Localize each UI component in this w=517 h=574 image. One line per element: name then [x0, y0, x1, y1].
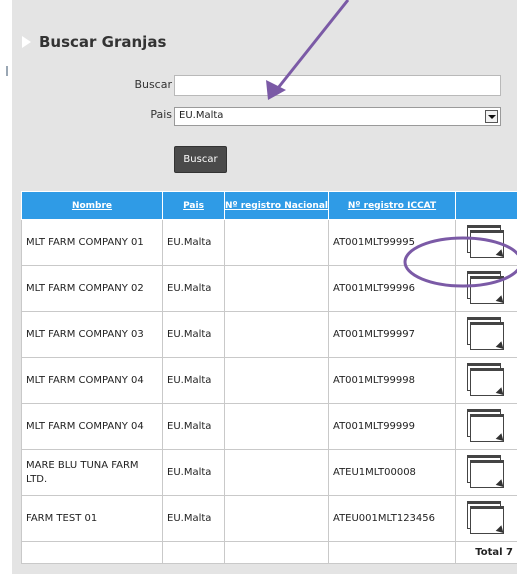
column-header-nombre[interactable]: Nombre: [21, 191, 163, 220]
cell-nacional: [224, 403, 329, 450]
cell-iccat: AT001MLT99998: [328, 357, 456, 404]
cell-pais: EU.Malta: [162, 449, 225, 496]
table-row: MLT FARM COMPANY 04 EU.Malta AT001MLT99999: [21, 403, 517, 450]
table-total-row: Total 7: [21, 541, 517, 564]
column-header-iccat[interactable]: Nº registro ICCAT: [328, 191, 456, 220]
buscar-label: Buscar: [134, 78, 172, 91]
search-input[interactable]: [174, 75, 501, 96]
column-header-pais[interactable]: Pais: [162, 191, 225, 220]
total-empty-cell: [328, 541, 456, 564]
cell-action: [455, 495, 517, 542]
total-count: Total 7: [455, 541, 517, 564]
open-window-icon[interactable]: [466, 454, 507, 491]
open-window-icon[interactable]: [466, 500, 507, 537]
cell-nacional: [224, 219, 329, 266]
cell-pais: EU.Malta: [162, 311, 225, 358]
cell-nombre: MLT FARM COMPANY 02: [21, 265, 163, 312]
table-row: MLT FARM COMPANY 03 EU.Malta AT001MLT99997: [21, 311, 517, 358]
cell-nombre: MLT FARM COMPANY 04: [21, 357, 163, 404]
page-edge: [0, 0, 12, 574]
total-empty-cell: [162, 541, 225, 564]
cell-iccat: ATEU1MLT00008: [328, 449, 456, 496]
cell-nombre: FARM TEST 01: [21, 495, 163, 542]
panel-header: Buscar Granjas: [22, 30, 166, 54]
cell-action: [455, 449, 517, 496]
column-header-nacional[interactable]: Nº registro Nacional: [224, 191, 329, 220]
cell-nacional: [224, 265, 329, 312]
cell-nombre: MLT FARM COMPANY 01: [21, 219, 163, 266]
table-row: MLT FARM COMPANY 04 EU.Malta AT001MLT99998: [21, 357, 517, 404]
table-row: MLT FARM COMPANY 01 EU.Malta AT001MLT99995: [21, 219, 517, 266]
open-window-icon[interactable]: [466, 270, 507, 307]
cell-pais: EU.Malta: [162, 219, 225, 266]
cell-nacional: [224, 449, 329, 496]
cell-iccat: AT001MLT99997: [328, 311, 456, 358]
cell-action: [455, 219, 517, 266]
cell-nacional: [224, 495, 329, 542]
results-body: MLT FARM COMPANY 01 EU.Malta AT001MLT99995…: [21, 219, 517, 564]
cell-nombre: MARE BLU TUNA FARM LTD.: [21, 449, 163, 496]
pais-label: Pais: [150, 108, 172, 121]
cell-action: [455, 311, 517, 358]
cell-nombre: MLT FARM COMPANY 04: [21, 403, 163, 450]
cell-pais: EU.Malta: [162, 403, 225, 450]
open-window-icon[interactable]: [466, 224, 507, 261]
table-row: MARE BLU TUNA FARM LTD. EU.Malta ATEU1MLT0…: [21, 449, 517, 496]
cell-action: [455, 357, 517, 404]
table-row: MLT FARM COMPANY 02 EU.Malta AT001MLT99996: [21, 265, 517, 312]
cell-iccat: AT001MLT99999: [328, 403, 456, 450]
cell-pais: EU.Malta: [162, 357, 225, 404]
column-header-action: [455, 191, 517, 220]
total-empty-cell: [21, 541, 163, 564]
table-row: FARM TEST 01 EU.Malta ATEU001MLT123456: [21, 495, 517, 542]
search-button[interactable]: Buscar: [174, 146, 227, 173]
edge-marker: [6, 66, 8, 76]
open-window-icon[interactable]: [466, 408, 507, 445]
pais-select[interactable]: EU.Malta: [174, 107, 501, 126]
cell-iccat: AT001MLT99996: [328, 265, 456, 312]
title-arrow-icon: [22, 36, 31, 48]
chevron-down-icon[interactable]: [485, 110, 498, 123]
results-table: Nombre Pais Nº registro Nacional Nº regi…: [21, 191, 517, 564]
cell-iccat: AT001MLT99995: [328, 219, 456, 266]
open-window-icon[interactable]: [466, 362, 507, 399]
cell-nacional: [224, 311, 329, 358]
cell-action: [455, 265, 517, 312]
cell-pais: EU.Malta: [162, 265, 225, 312]
total-empty-cell: [224, 541, 329, 564]
pais-selected-value: EU.Malta: [179, 110, 224, 121]
cell-action: [455, 403, 517, 450]
cell-iccat: ATEU001MLT123456: [328, 495, 456, 542]
cell-pais: EU.Malta: [162, 495, 225, 542]
cell-nombre: MLT FARM COMPANY 03: [21, 311, 163, 358]
cell-nacional: [224, 357, 329, 404]
panel-title: Buscar Granjas: [39, 33, 167, 51]
open-window-icon[interactable]: [466, 316, 507, 353]
table-header-row: Nombre Pais Nº registro Nacional Nº regi…: [21, 191, 517, 220]
